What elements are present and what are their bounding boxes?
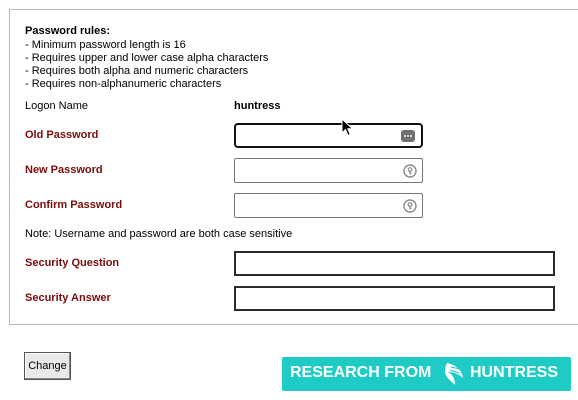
change-button[interactable]: Change (24, 352, 71, 380)
security-answer-field[interactable] (234, 286, 555, 311)
password-key-icon[interactable] (403, 198, 417, 213)
old-password-field[interactable] (234, 123, 423, 148)
banner-text: RESEARCH FROM (290, 364, 432, 381)
huntress-logo-icon (445, 363, 463, 385)
security-question-input[interactable] (236, 253, 553, 274)
password-key-icon[interactable] (403, 163, 417, 178)
password-manager-dots-icon[interactable] (401, 129, 415, 142)
password-rules-title: Password rules: (25, 25, 110, 37)
new-password-input[interactable] (235, 159, 422, 182)
new-password-label: New Password (25, 164, 103, 176)
password-rule-symbols: - Requires non-alphanumeric characters (25, 78, 222, 90)
old-password-input[interactable] (236, 125, 421, 146)
confirm-password-input[interactable] (235, 194, 422, 217)
confirm-password-field[interactable] (234, 193, 423, 218)
password-rule-case: - Requires upper and lower case alpha ch… (25, 52, 269, 64)
logon-name-value: huntress (234, 100, 281, 112)
password-rule-length: - Minimum password length is 16 (25, 39, 186, 51)
logon-name-label: Logon Name (25, 100, 88, 112)
banner-brand: HUNTRESS (470, 364, 559, 381)
old-password-label: Old Password (25, 129, 99, 141)
new-password-field[interactable] (234, 158, 423, 183)
confirm-password-label: Confirm Password (25, 199, 123, 211)
security-answer-input[interactable] (236, 288, 553, 309)
case-sensitivity-note: Note: Username and password are both cas… (25, 228, 293, 240)
research-banner: RESEARCH FROM HUNTRESS (282, 357, 571, 391)
security-question-label: Security Question (25, 257, 120, 269)
password-rule-alphanumeric: - Requires both alpha and numeric charac… (25, 65, 249, 77)
security-question-field[interactable] (234, 251, 555, 276)
mouse-pointer-icon (341, 118, 354, 137)
security-answer-label: Security Answer (25, 292, 111, 304)
